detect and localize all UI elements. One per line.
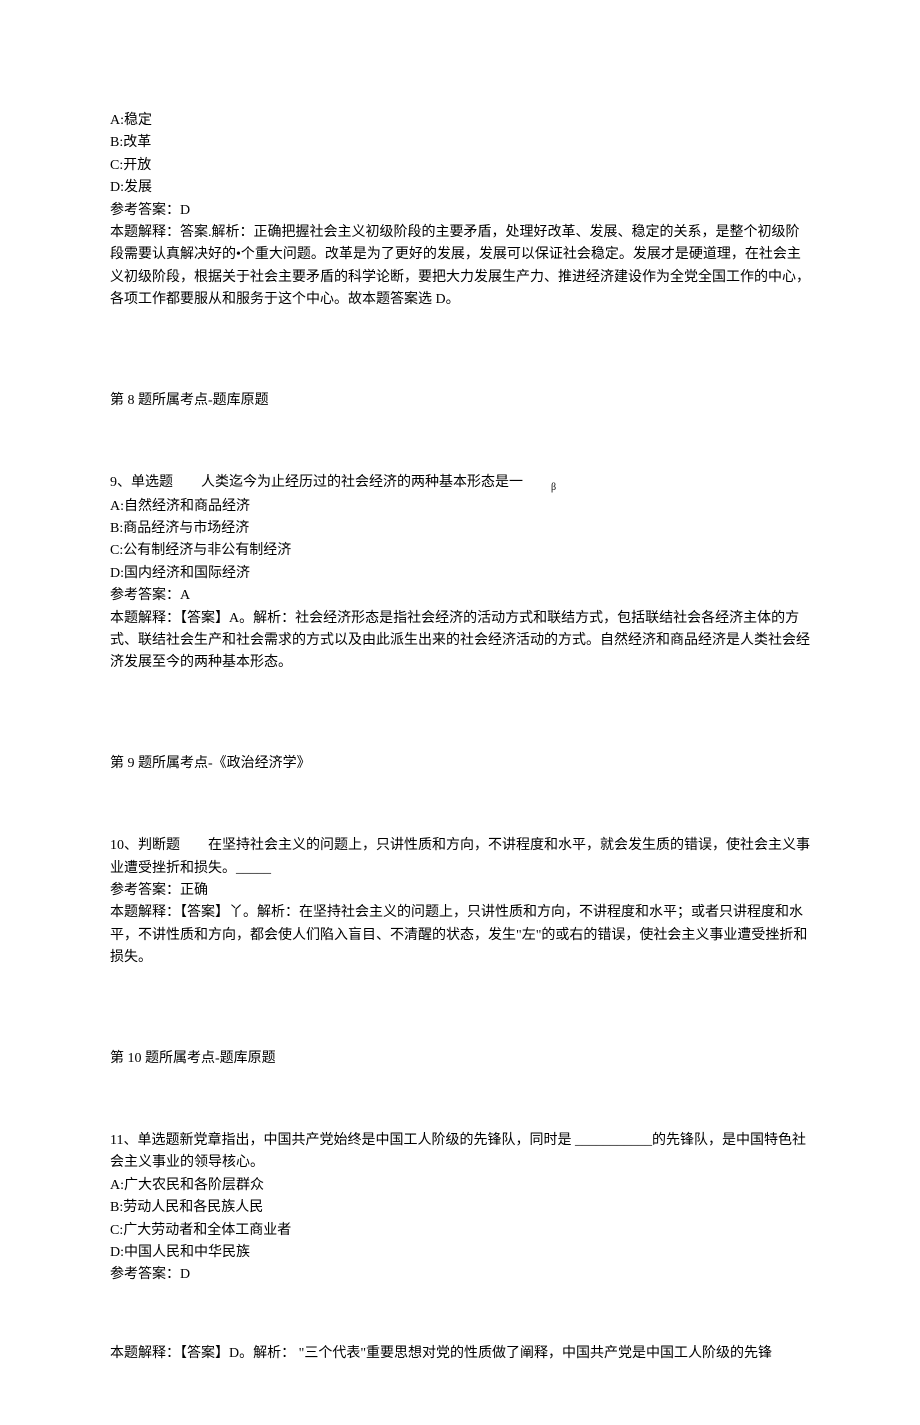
q8-option-a: A:稳定 bbox=[110, 110, 810, 132]
q9-stem-subscript: β bbox=[551, 482, 556, 493]
spacer bbox=[110, 1305, 810, 1343]
q9-explanation: 本题解释：【答案】A。解析：社会经济形态是指社会经济的活动方式和联结方式，包括联… bbox=[110, 608, 810, 675]
q10-topic: 第 10 题所属考点-题库原题 bbox=[110, 1048, 810, 1070]
question-9-block: 9、单选题 人类迄今为止经历过的社会经济的两种基本形态是一 β A:自然经济和商… bbox=[110, 472, 810, 675]
q8-explanation: 本题解释：答案.解析：正确把握社会主义初级阶段的主要矛盾，处理好改革、发展、稳定… bbox=[110, 222, 810, 312]
q9-option-c: C:公有制经济与非公有制经济 bbox=[110, 540, 810, 562]
q11-answer: 参考答案：D bbox=[110, 1264, 810, 1286]
question-10-block: 10、判断题 在坚持社会主义的问题上，只讲性质和方向，不讲程度和水平，就会发生质… bbox=[110, 835, 810, 969]
q8-option-b: B:改革 bbox=[110, 132, 810, 154]
q11-option-c: C:广大劳动者和全体工商业者 bbox=[110, 1220, 810, 1242]
spacer bbox=[110, 775, 810, 835]
q11-option-d: D:中国人民和中华民族 bbox=[110, 1242, 810, 1264]
q9-option-a: A:自然经济和商品经济 bbox=[110, 496, 810, 518]
q11-option-a: A:广大农民和各阶层群众 bbox=[110, 1175, 810, 1197]
spacer bbox=[110, 693, 810, 753]
q9-option-b: B:商品经济与市场经济 bbox=[110, 518, 810, 540]
spacer bbox=[110, 988, 810, 1048]
q8-topic: 第 8 题所属考点-题库原题 bbox=[110, 390, 810, 412]
document-page: A:稳定 B:改革 C:开放 D:发展 参考答案：D 本题解释：答案.解析：正确… bbox=[0, 0, 920, 1425]
question-8-block: A:稳定 B:改革 C:开放 D:发展 参考答案：D 本题解释：答案.解析：正确… bbox=[110, 110, 810, 312]
q10-answer: 参考答案：正确 bbox=[110, 880, 810, 902]
q8-answer: 参考答案：D bbox=[110, 200, 810, 222]
q8-option-d: D:发展 bbox=[110, 177, 810, 199]
q9-topic: 第 9 题所属考点-《政治经济学》 bbox=[110, 753, 810, 775]
q8-option-c: C:开放 bbox=[110, 155, 810, 177]
q9-option-d: D:国内经济和国际经济 bbox=[110, 563, 810, 585]
question-11-block: 11、单选题新党章指出，中国共产党始终是中国工人阶级的先锋队，同时是 _____… bbox=[110, 1130, 810, 1287]
q10-stem: 10、判断题 在坚持社会主义的问题上，只讲性质和方向，不讲程度和水平，就会发生质… bbox=[110, 835, 810, 880]
spacer bbox=[110, 330, 810, 390]
q11-option-b: B:劳动人民和各民族人民 bbox=[110, 1197, 810, 1219]
q10-explanation: 本题解释：【答案】丫。解析：在坚持社会主义的问题上，只讲性质和方向，不讲程度和水… bbox=[110, 902, 810, 969]
spacer bbox=[110, 412, 810, 472]
q11-stem: 11、单选题新党章指出，中国共产党始终是中国工人阶级的先锋队，同时是 _____… bbox=[110, 1130, 810, 1175]
q9-stem-prefix: 9、单选题 人类迄今为止经历过的社会经济的两种基本形态是一 bbox=[110, 475, 551, 490]
q9-stem: 9、单选题 人类迄今为止经历过的社会经济的两种基本形态是一 β bbox=[110, 472, 810, 496]
spacer bbox=[110, 1070, 810, 1130]
q9-answer: 参考答案：A bbox=[110, 585, 810, 607]
q11-explanation: 本题解释：【答案】D。解析： "三个代表"重要思想对党的性质做了阐释，中国共产党… bbox=[110, 1343, 810, 1365]
